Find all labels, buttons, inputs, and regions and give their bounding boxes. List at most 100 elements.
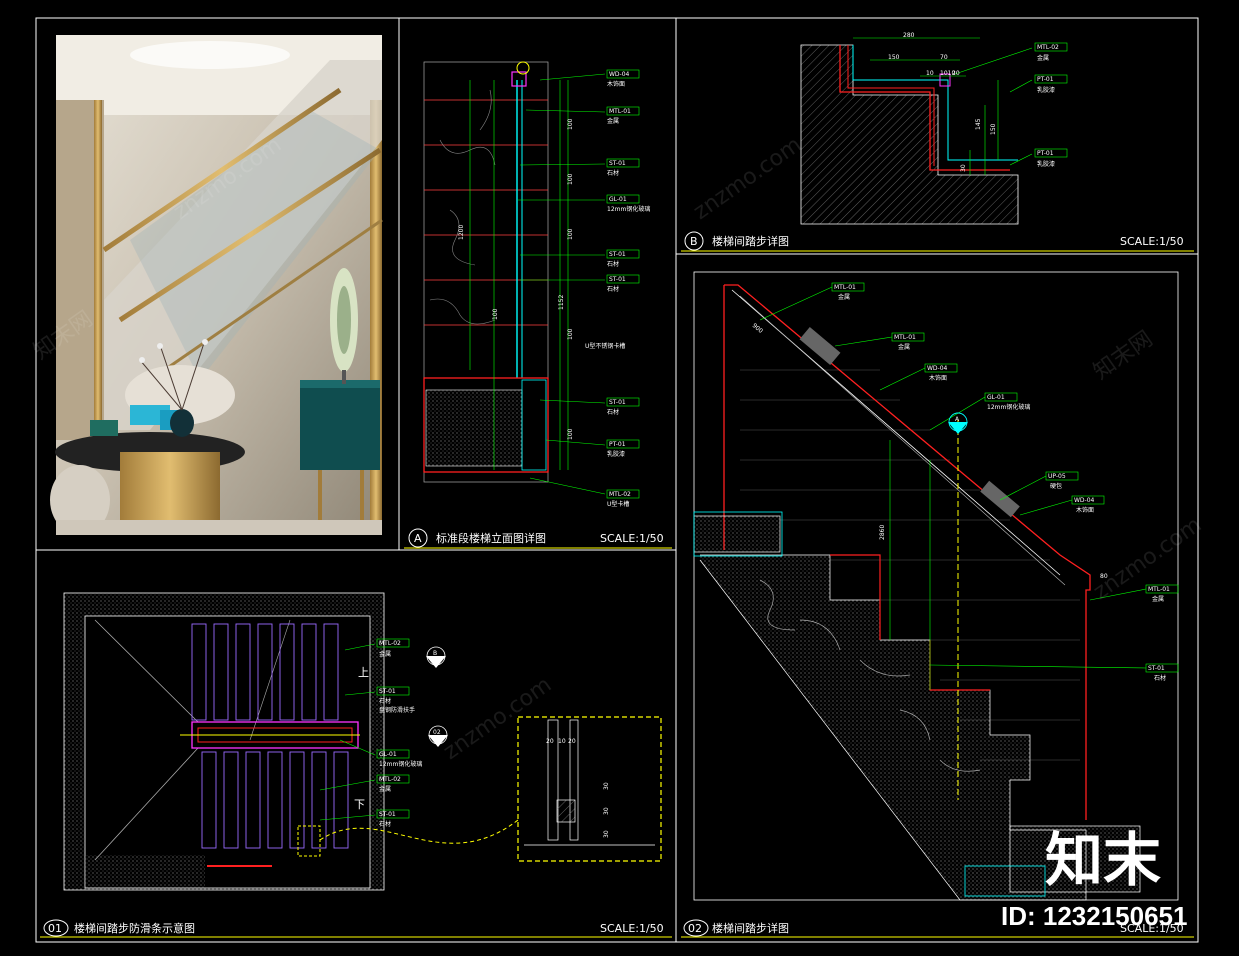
svg-text:GL-01: GL-01 <box>379 751 397 758</box>
panel-02-dims: 900 2860 80 <box>751 322 1108 580</box>
svg-text:PT-01: PT-01 <box>1037 150 1054 157</box>
panel-b-scale: SCALE:1/50 <box>1120 235 1184 248</box>
svg-text:znzmo.com: znzmo.com <box>439 672 556 764</box>
svg-text:02: 02 <box>433 729 441 736</box>
svg-text:乳胶漆: 乳胶漆 <box>607 450 625 458</box>
svg-text:金属: 金属 <box>898 343 910 351</box>
image-id: ID: 1232150651 <box>1001 901 1187 931</box>
svg-text:MTL-02: MTL-02 <box>1037 44 1059 51</box>
svg-text:100: 100 <box>567 328 574 340</box>
svg-text:知末网: 知末网 <box>1089 327 1157 385</box>
panel-a-title: 标准段楼梯立面图详图 <box>436 531 546 545</box>
svg-text:石材: 石材 <box>607 169 619 177</box>
svg-text:PT-01: PT-01 <box>1037 76 1054 83</box>
svg-text:20: 20 <box>546 738 554 745</box>
svg-text:MTL-02: MTL-02 <box>379 640 401 647</box>
panel-a-titlebar: A 标准段楼梯立面图详图 SCALE:1/50 <box>404 528 672 549</box>
svg-text:GL-01: GL-01 <box>987 394 1005 401</box>
panel-b-letter: B <box>690 235 698 248</box>
tag-02-6: MTL-01 金属 <box>1145 584 1179 603</box>
panel-01-extra: 盘钢防滑扶手 <box>379 706 415 714</box>
tag-a-8: MTL-02 U型卡槽 <box>606 489 640 508</box>
svg-text:MTL-01: MTL-01 <box>609 108 631 115</box>
svg-text:UP-05: UP-05 <box>1048 473 1066 480</box>
svg-text:10: 10 <box>558 738 566 745</box>
svg-text:金属: 金属 <box>379 785 391 793</box>
svg-text:280: 280 <box>903 32 915 39</box>
svg-text:MTL-02: MTL-02 <box>379 776 401 783</box>
svg-text:WD-04: WD-04 <box>1074 497 1095 504</box>
svg-text:MTL-01: MTL-01 <box>894 334 916 341</box>
panel-b-titlebar: B 楼梯间踏步详图 SCALE:1/50 <box>681 231 1194 252</box>
svg-text:石材: 石材 <box>607 285 619 293</box>
svg-text:石材: 石材 <box>607 408 619 416</box>
svg-text:30: 30 <box>960 164 967 172</box>
svg-text:1152: 1152 <box>558 295 565 310</box>
svg-text:PT-01: PT-01 <box>609 441 626 448</box>
svg-text:B: B <box>433 650 437 657</box>
svg-text:木饰面: 木饰面 <box>1076 506 1094 514</box>
panel-a-note: U型不锈钢卡槽 <box>585 342 625 350</box>
svg-text:12mm钢化玻璃: 12mm钢化玻璃 <box>379 760 422 768</box>
svg-text:金属: 金属 <box>607 117 619 125</box>
svg-text:金属: 金属 <box>379 650 391 658</box>
svg-text:70: 70 <box>940 54 948 61</box>
svg-text:2860: 2860 <box>879 525 886 540</box>
tag-02-7: ST-01 石材 <box>1145 663 1179 682</box>
tag-02-5: WD-04 木饰面 <box>1071 495 1105 514</box>
svg-text:ST-01: ST-01 <box>379 688 396 695</box>
panel-b-title: 楼梯间踏步详图 <box>712 234 789 248</box>
svg-text:ST-01: ST-01 <box>379 811 396 818</box>
panel-01-title: 楼梯间踏步防滑条示意图 <box>74 921 195 935</box>
tag-b-2: PT-01 乳胶漆 <box>1034 148 1068 168</box>
tag-b-1: PT-01 乳胶漆 <box>1034 74 1068 94</box>
tag-b-0: MTL-02 金属 <box>1034 42 1068 62</box>
svg-text:ST-01: ST-01 <box>609 251 626 258</box>
panel-a-drawing <box>423 61 606 495</box>
svg-text:木饰面: 木饰面 <box>929 374 947 382</box>
svg-text:金属: 金属 <box>838 293 850 301</box>
svg-text:金属: 金属 <box>1152 595 1164 603</box>
svg-text:12mm钢化玻璃: 12mm钢化玻璃 <box>607 205 650 213</box>
tag-02-0: MTL-01 金属 <box>831 282 865 301</box>
panel-02-letter: 02 <box>688 922 702 935</box>
panel-01-titlebar: 01 楼梯间踏步防滑条示意图 SCALE:1/50 <box>40 919 672 938</box>
svg-text:GL-01: GL-01 <box>609 196 627 203</box>
tag-02-1: MTL-01 金属 <box>891 332 925 351</box>
svg-text:12mm钢化玻璃: 12mm钢化玻璃 <box>987 403 1030 411</box>
tag-a-2: ST-01 石材 <box>606 158 640 177</box>
tag-a-6: ST-01 石材 <box>606 397 640 416</box>
svg-text:乳胶漆: 乳胶漆 <box>1037 86 1055 94</box>
svg-text:100: 100 <box>567 228 574 240</box>
svg-text:金属: 金属 <box>1037 54 1049 62</box>
tag-a-7: PT-01 乳胶漆 <box>606 439 640 458</box>
svg-text:ST-01: ST-01 <box>609 399 626 406</box>
svg-text:MTL-01: MTL-01 <box>1148 586 1170 593</box>
callout-a-marker: A <box>948 412 968 434</box>
cad-drawing-sheet: WD-04木饰面 MTL-01金属 ST-01石材 GL-0112mm钢化玻璃 … <box>29 17 1206 943</box>
svg-text:石材: 石材 <box>379 697 391 705</box>
panel-01-letter: 01 <box>48 922 62 935</box>
tag-a-1: MTL-01 金属 <box>606 106 640 125</box>
svg-text:100: 100 <box>567 118 574 130</box>
svg-text:MTL-01: MTL-01 <box>834 284 856 291</box>
svg-text:900: 900 <box>751 322 764 335</box>
svg-text:1200: 1200 <box>458 225 465 240</box>
svg-text:30: 30 <box>603 807 610 815</box>
up-label: 上 <box>358 666 369 679</box>
tag-a-0: WD-04 木饰面 <box>606 69 640 88</box>
svg-text:ST-01: ST-01 <box>1148 665 1165 672</box>
svg-text:10: 10 <box>926 70 934 77</box>
svg-text:硬包: 硬包 <box>1050 482 1062 490</box>
svg-text:145: 145 <box>975 118 982 130</box>
svg-text:WD-04: WD-04 <box>927 365 948 372</box>
svg-text:MTL-02: MTL-02 <box>609 491 631 498</box>
svg-text:石材: 石材 <box>1154 674 1166 682</box>
svg-text:U型卡槽: U型卡槽 <box>607 500 629 508</box>
panel-01-scale: SCALE:1/50 <box>600 922 664 935</box>
stair-render-photo <box>50 35 383 535</box>
svg-text:石材: 石材 <box>607 260 619 268</box>
panel-a-letter: A <box>414 532 422 545</box>
svg-text:100: 100 <box>567 173 574 185</box>
svg-text:ST-01: ST-01 <box>609 160 626 167</box>
